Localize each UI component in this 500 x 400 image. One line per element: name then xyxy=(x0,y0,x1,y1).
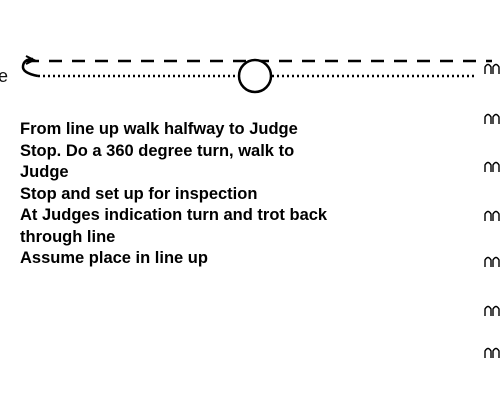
instruction-item: Assume place in line up xyxy=(20,249,208,267)
instruction-item: At Judges indication turn and trot back … xyxy=(20,206,328,246)
horse-footprint-icon xyxy=(484,210,500,221)
horse-footprint-icon xyxy=(484,305,500,316)
horse-footprint-icon xyxy=(484,113,500,124)
horse-footprint-icon xyxy=(484,161,500,172)
judge-label-partial: e xyxy=(0,66,8,86)
horse-footprint-icon xyxy=(484,256,500,267)
line-up-marks xyxy=(484,63,500,358)
turn-circle xyxy=(237,58,273,94)
instruction-item: Stop. Do a 360 degree turn, walk to Judg… xyxy=(20,141,295,182)
instruction-item: From line up walk halfway to Judge xyxy=(20,120,298,138)
instruction-list: From line up walk halfway to Judge Stop.… xyxy=(20,119,390,270)
horse-footprint-icon xyxy=(484,347,500,358)
horse-footprint-icon xyxy=(484,63,500,74)
instruction-item: Stop and set up for inspection xyxy=(20,184,258,203)
